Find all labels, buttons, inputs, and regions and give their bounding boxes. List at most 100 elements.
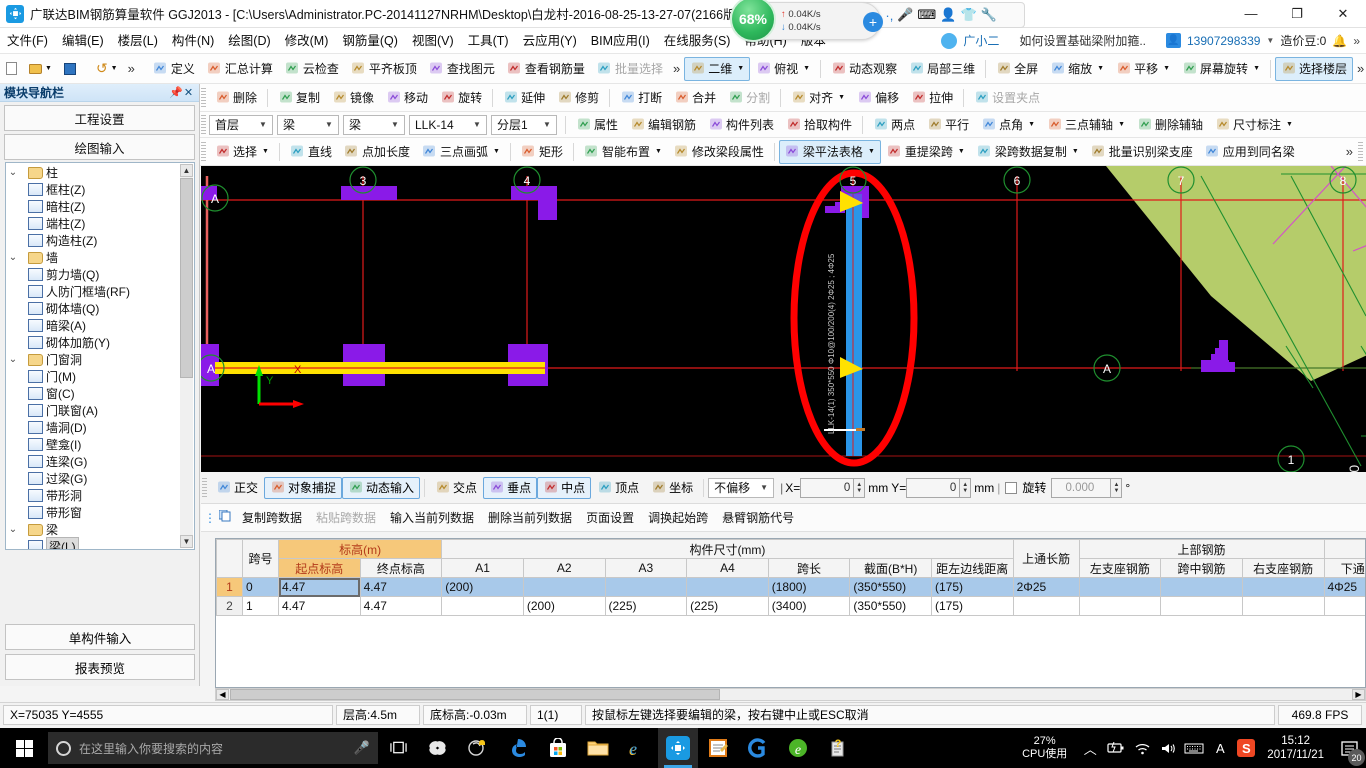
cell-r0-c7[interactable]: (1800) — [767, 577, 851, 597]
tree-scrollbar[interactable]: ▲ ▼ — [180, 164, 193, 548]
hscroll-thumb[interactable] — [230, 689, 720, 700]
cell-r1-c1[interactable]: 4.47 — [278, 596, 361, 616]
draw-tool-智能布置[interactable]: 智能布置 ▼ — [578, 140, 668, 164]
chevron-down-icon[interactable]: ▼ — [256, 120, 270, 129]
tree-item-剪力墙(Q)[interactable]: 剪力墙(Q) — [6, 266, 180, 283]
memory-percent-ball[interactable]: 68% — [730, 0, 776, 42]
view-tool-动态观察[interactable]: 动态观察 — [825, 57, 903, 81]
member-tool-拾取构件[interactable]: 拾取构件 — [780, 113, 858, 137]
keyboard-icon[interactable] — [1181, 728, 1207, 768]
tree-item-端柱(Z)[interactable]: 端柱(Z) — [6, 215, 180, 232]
menu-item-5[interactable]: 修改(M) — [278, 28, 336, 54]
battery-icon[interactable] — [1103, 728, 1129, 768]
draw-tool-三点画弧[interactable]: 三点画弧 ▼ — [416, 140, 506, 164]
account-chevron-down-icon[interactable]: ▼ — [1266, 36, 1274, 45]
main-tool-查找图元[interactable]: 查找图元 — [423, 57, 501, 81]
menu-item-8[interactable]: 工具(T) — [461, 28, 516, 54]
gridtool-页面设置[interactable]: 页面设置 — [579, 507, 641, 529]
sogou-tray-icon[interactable]: S — [1233, 728, 1259, 768]
quick-access-overflow-icon[interactable]: » — [124, 61, 139, 76]
sub-header-5[interactable]: A4 — [686, 558, 769, 578]
tree-item-壁龛(I)[interactable]: 壁龛(I) — [6, 436, 180, 453]
tree-folder-柱[interactable]: ⌄ 柱 — [6, 164, 180, 181]
tree-item-梁(L)[interactable]: 梁(L) — [6, 537, 180, 549]
member-tool-编辑钢筋[interactable]: 编辑钢筋 — [624, 113, 702, 137]
cell-r0-c4[interactable] — [522, 577, 606, 597]
header-upper-continuous[interactable]: 上通长筋 — [1012, 539, 1080, 578]
microphone-icon[interactable]: 🎤 — [354, 740, 370, 756]
sub-header-11[interactable]: 右支座钢筋 — [1241, 558, 1325, 578]
coins-label[interactable]: 造价豆:0 — [1280, 32, 1326, 49]
combo-layer[interactable]: 分层1 ▼ — [491, 114, 557, 135]
chevron-down-icon[interactable]: ▼ — [262, 148, 269, 155]
sub-header-7[interactable]: 截面(B*H) — [849, 558, 932, 578]
edit-tool-对齐[interactable]: 对齐 ▼ — [785, 86, 851, 110]
view-tool-全屏[interactable]: 全屏 — [990, 57, 1044, 81]
snap-正交[interactable]: 正交 — [210, 477, 264, 499]
notepad-icon[interactable] — [698, 728, 738, 768]
ime-punctuation-icon[interactable]: ·, — [885, 8, 893, 23]
tree-item-框柱(Z)[interactable]: 框柱(Z) — [6, 181, 180, 198]
tree-item-构造柱(Z)[interactable]: 构造柱(Z) — [6, 232, 180, 249]
header-lower-rebar[interactable]: 下部钢筋 — [1323, 539, 1365, 559]
edit-tool-延伸[interactable]: 延伸 — [497, 86, 551, 110]
action-center-button[interactable]: 20 — [1332, 728, 1366, 768]
chevron-down-icon[interactable]: ⌄ — [6, 252, 20, 263]
maximize-button[interactable]: ❐ — [1274, 0, 1320, 28]
scroll-thumb[interactable] — [180, 178, 193, 378]
member-tool-两点[interactable]: 两点 — [867, 113, 921, 137]
cell-r0-c1[interactable]: 4.47 — [278, 577, 361, 597]
member-tool-构件列表[interactable]: 构件列表 — [702, 113, 780, 137]
draw-tool-修改梁段属性[interactable]: 修改梁段属性 — [668, 140, 770, 164]
view-tool-选择楼层[interactable]: 选择楼层 — [1275, 56, 1354, 81]
chevron-down-icon[interactable]: ⌄ — [6, 354, 20, 365]
tree-item-门联窗(A)[interactable]: 门联窗(A) — [6, 402, 180, 419]
table-row[interactable]: 2 1 4.47 4.47 (200) (225) (225) (3400) (350*550)… — [216, 596, 1365, 616]
tree-item-连梁(G)[interactable]: 连梁(G) — [6, 453, 180, 470]
gridtool-输入当前列数据[interactable]: 输入当前列数据 — [383, 507, 481, 529]
ime-skin-icon[interactable]: 👕 — [960, 7, 976, 23]
explorer-icon[interactable] — [578, 728, 618, 768]
ime-mode-icon[interactable]: A — [1207, 728, 1233, 768]
cell-r0-c2[interactable]: 4.47 — [359, 577, 443, 597]
menu-item-10[interactable]: BIM应用(I) — [584, 28, 657, 54]
chevron-down-icon[interactable]: ▼ — [470, 120, 484, 129]
member-tool-属性[interactable]: 属性 — [570, 113, 624, 137]
gridtool-悬臂钢筋代号[interactable]: 悬臂钢筋代号 — [715, 507, 801, 529]
cad-svg[interactable]: LLK-14(1) 350*550 Φ10@100/200(4) 2Φ25 ; … — [201, 166, 1366, 472]
member-tool-三点辅轴[interactable]: 三点辅轴 ▼ — [1041, 113, 1131, 137]
cell-r0-c0[interactable]: 0 — [242, 577, 279, 597]
bell-icon[interactable]: 🔔 — [1332, 34, 1347, 48]
combo-floor[interactable]: 首层 ▼ — [209, 114, 273, 135]
header-elevation[interactable]: 标高(m) — [277, 539, 443, 559]
cell-r0-c14[interactable]: 4Φ25 — [1323, 577, 1365, 597]
main-tool-定义[interactable]: 定义 — [147, 57, 201, 81]
start-button[interactable] — [0, 728, 48, 768]
drawing-input-button[interactable]: 绘图输入 — [4, 134, 195, 160]
chevron-down-icon[interactable]: ▼ — [868, 148, 875, 155]
chevron-down-icon[interactable]: ▼ — [1253, 65, 1260, 72]
open-file-button[interactable]: ▼ — [23, 57, 58, 81]
edit-tool-拉伸[interactable]: 拉伸 — [905, 86, 959, 110]
table-horizontal-scrollbar[interactable]: ◀ ▶ — [215, 688, 1366, 701]
draw-tool-选择[interactable]: 选择 ▼ — [209, 140, 275, 164]
volume-icon[interactable] — [1155, 728, 1181, 768]
edit-tool-合并[interactable]: 合并 — [668, 86, 722, 110]
tree-item-门(M)[interactable]: 门(M) — [6, 368, 180, 385]
draw-tool-梁跨数据复制[interactable]: 梁跨数据复制 ▼ — [971, 140, 1085, 164]
hscroll-right-arrow-icon[interactable]: ▶ — [1352, 689, 1365, 700]
taskbar-search-box[interactable]: 在这里输入你要搜索的内容 🎤 — [48, 732, 378, 764]
gridtool-复制跨数据[interactable]: 复制跨数据 — [235, 507, 309, 529]
tip-link[interactable]: 如何设置基础梁附加箍.. — [1019, 32, 1146, 49]
rotate-checkbox[interactable] — [1005, 481, 1018, 494]
cell-r1-c6[interactable]: (225) — [686, 596, 769, 616]
sub-header-12[interactable]: 下通长筋 — [1323, 558, 1365, 578]
cell-r0-c8[interactable]: (350*550) — [849, 577, 932, 597]
wechat-icon[interactable] — [418, 728, 458, 768]
cell-r1-c8[interactable]: (350*550) — [849, 596, 932, 616]
tree-item-墙洞(D)[interactable]: 墙洞(D) — [6, 419, 180, 436]
cell-r0-c11[interactable] — [1078, 577, 1162, 597]
snap-交点[interactable]: 交点 — [429, 477, 483, 499]
glodon-icon[interactable] — [658, 728, 698, 768]
combo-type[interactable]: 梁 ▼ — [343, 114, 405, 135]
